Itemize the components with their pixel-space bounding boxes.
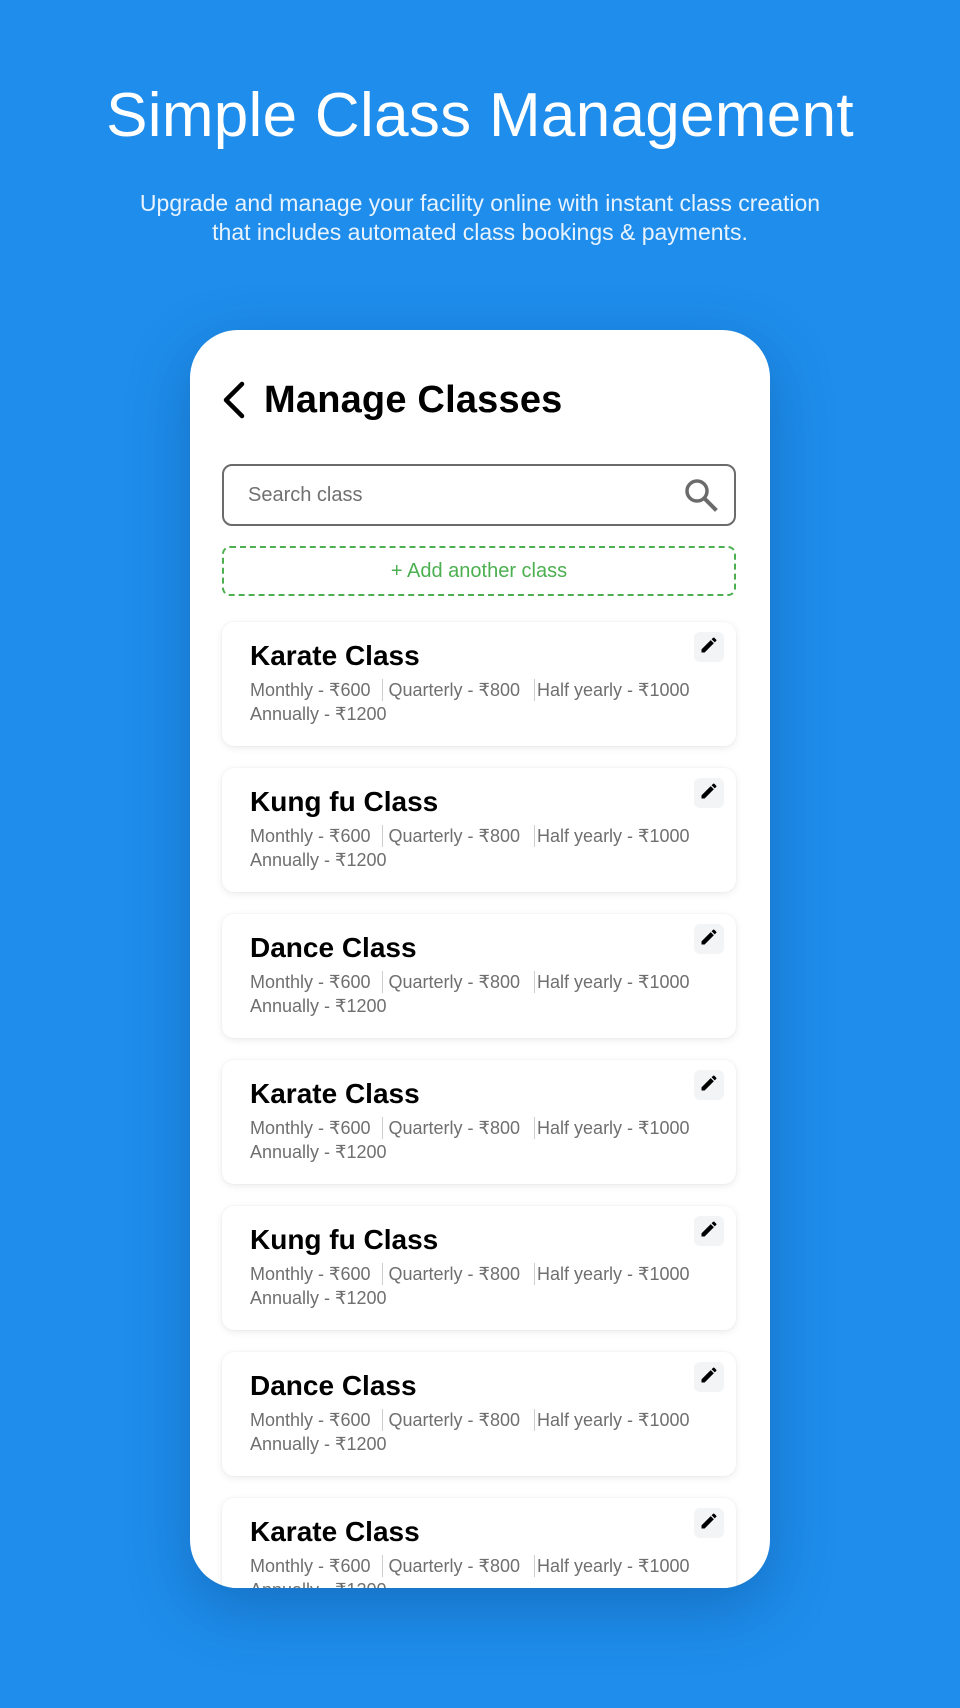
price-quarterly: Quarterly - ₹800 bbox=[388, 1410, 521, 1430]
hero-subtitle: Upgrade and manage your facility online … bbox=[100, 189, 860, 247]
price-row: Monthly - ₹600 Quarterly - ₹800 Half yea… bbox=[250, 678, 690, 702]
price-divider bbox=[534, 1555, 536, 1577]
class-card[interactable]: Dance Class Monthly - ₹600 Quarterly - ₹… bbox=[222, 1352, 736, 1476]
class-prices: Monthly - ₹600 Quarterly - ₹800 Half yea… bbox=[250, 824, 690, 872]
price-half-yearly: Half yearly - ₹1000 bbox=[537, 1410, 690, 1430]
price-annually: Annually - ₹1200 bbox=[250, 704, 387, 724]
search-icon[interactable] bbox=[684, 478, 718, 512]
price-quarterly: Quarterly - ₹800 bbox=[388, 1556, 521, 1576]
pencil-icon bbox=[699, 1073, 719, 1098]
class-prices: Monthly - ₹600 Quarterly - ₹800 Half yea… bbox=[250, 970, 690, 1018]
class-name: Kung fu Class bbox=[250, 786, 439, 817]
class-name: Kung fu Class bbox=[250, 1224, 439, 1255]
price-divider bbox=[381, 1263, 383, 1285]
phone-screen: Manage Classes + Add another class Karat… bbox=[190, 330, 770, 1588]
price-quarterly: Quarterly - ₹800 bbox=[388, 972, 521, 992]
class-prices: Monthly - ₹600 Quarterly - ₹800 Half yea… bbox=[250, 1408, 690, 1456]
pencil-icon bbox=[699, 1511, 719, 1536]
price-annually: Annually - ₹1200 bbox=[250, 1142, 387, 1162]
edit-button[interactable] bbox=[694, 924, 724, 954]
price-half-yearly: Half yearly - ₹1000 bbox=[537, 1264, 690, 1284]
chevron-left-icon[interactable] bbox=[220, 378, 252, 422]
class-list: Karate Class Monthly - ₹600 Quarterly - … bbox=[222, 622, 736, 1588]
page-title: Manage Classes bbox=[264, 378, 563, 421]
hero-subtitle-line-1: Upgrade and manage your facility online … bbox=[139, 190, 821, 216]
price-row: Monthly - ₹600 Quarterly - ₹800 Half yea… bbox=[250, 1554, 690, 1578]
class-card[interactable]: Karate Class Monthly - ₹600 Quarterly - … bbox=[222, 1060, 736, 1184]
hero-subtitle-line-2: that includes automated class bookings &… bbox=[212, 219, 748, 245]
price-monthly: Monthly - ₹600 bbox=[250, 972, 371, 992]
price-monthly: Monthly - ₹600 bbox=[250, 1264, 371, 1284]
price-half-yearly: Half yearly - ₹1000 bbox=[537, 826, 690, 846]
price-half-yearly: Half yearly - ₹1000 bbox=[537, 972, 690, 992]
pencil-icon bbox=[699, 1219, 719, 1244]
price-quarterly: Quarterly - ₹800 bbox=[388, 1118, 521, 1138]
class-prices: Monthly - ₹600 Quarterly - ₹800 Half yea… bbox=[250, 1554, 690, 1588]
price-row: Monthly - ₹600 Quarterly - ₹800 Half yea… bbox=[250, 824, 690, 848]
class-name: Karate Class bbox=[250, 1516, 420, 1547]
price-divider bbox=[534, 1117, 536, 1139]
price-annually: Annually - ₹1200 bbox=[250, 996, 387, 1016]
class-prices: Monthly - ₹600 Quarterly - ₹800 Half yea… bbox=[250, 1116, 690, 1164]
hero-title: Simple Class Management bbox=[106, 81, 854, 150]
price-row: Monthly - ₹600 Quarterly - ₹800 Half yea… bbox=[250, 1262, 690, 1286]
class-card[interactable]: Kung fu Class Monthly - ₹600 Quarterly -… bbox=[222, 768, 736, 892]
pencil-icon bbox=[699, 781, 719, 806]
price-half-yearly: Half yearly - ₹1000 bbox=[537, 1118, 690, 1138]
price-divider bbox=[534, 1409, 536, 1431]
price-quarterly: Quarterly - ₹800 bbox=[388, 680, 521, 700]
edit-button[interactable] bbox=[694, 778, 724, 808]
search-box bbox=[222, 464, 736, 526]
class-prices: Monthly - ₹600 Quarterly - ₹800 Half yea… bbox=[250, 678, 690, 726]
price-annually: Annually - ₹1200 bbox=[250, 1434, 387, 1454]
class-prices: Monthly - ₹600 Quarterly - ₹800 Half yea… bbox=[250, 1262, 690, 1310]
pencil-icon bbox=[699, 635, 719, 660]
edit-button[interactable] bbox=[694, 1070, 724, 1100]
class-name: Dance Class bbox=[250, 1370, 417, 1401]
price-annually: Annually - ₹1200 bbox=[250, 1288, 387, 1308]
pencil-icon bbox=[699, 1365, 719, 1390]
price-divider bbox=[534, 679, 536, 701]
price-divider bbox=[534, 1263, 536, 1285]
class-card[interactable]: Kung fu Class Monthly - ₹600 Quarterly -… bbox=[222, 1206, 736, 1330]
class-card[interactable]: Karate Class Monthly - ₹600 Quarterly - … bbox=[222, 1498, 736, 1588]
add-class-button[interactable]: + Add another class bbox=[222, 546, 736, 596]
price-half-yearly: Half yearly - ₹1000 bbox=[537, 1556, 690, 1576]
pencil-icon bbox=[699, 927, 719, 952]
edit-button[interactable] bbox=[694, 1508, 724, 1538]
price-divider bbox=[534, 825, 536, 847]
price-annually: Annually - ₹1200 bbox=[250, 1578, 387, 1588]
search-input[interactable] bbox=[248, 483, 684, 507]
price-monthly: Monthly - ₹600 bbox=[250, 826, 371, 846]
price-monthly: Monthly - ₹600 bbox=[250, 1556, 371, 1576]
price-row: Monthly - ₹600 Quarterly - ₹800 Half yea… bbox=[250, 1408, 690, 1432]
price-divider bbox=[534, 971, 536, 993]
price-divider bbox=[381, 1409, 383, 1431]
price-monthly: Monthly - ₹600 bbox=[250, 1410, 371, 1430]
price-divider bbox=[381, 971, 383, 993]
class-card[interactable]: Dance Class Monthly - ₹600 Quarterly - ₹… bbox=[222, 914, 736, 1038]
app-header: Manage Classes bbox=[220, 370, 563, 430]
price-quarterly: Quarterly - ₹800 bbox=[388, 1264, 521, 1284]
price-monthly: Monthly - ₹600 bbox=[250, 1118, 371, 1138]
price-row: Monthly - ₹600 Quarterly - ₹800 Half yea… bbox=[250, 970, 690, 994]
price-divider bbox=[381, 825, 383, 847]
price-divider bbox=[381, 1117, 383, 1139]
class-name: Karate Class bbox=[250, 640, 420, 671]
class-name: Dance Class bbox=[250, 932, 417, 963]
edit-button[interactable] bbox=[694, 632, 724, 662]
price-annually: Annually - ₹1200 bbox=[250, 850, 387, 870]
price-quarterly: Quarterly - ₹800 bbox=[388, 826, 521, 846]
class-name: Karate Class bbox=[250, 1078, 420, 1109]
price-divider bbox=[381, 679, 383, 701]
edit-button[interactable] bbox=[694, 1216, 724, 1246]
price-half-yearly: Half yearly - ₹1000 bbox=[537, 680, 690, 700]
class-card[interactable]: Karate Class Monthly - ₹600 Quarterly - … bbox=[222, 622, 736, 746]
price-monthly: Monthly - ₹600 bbox=[250, 680, 371, 700]
price-row: Monthly - ₹600 Quarterly - ₹800 Half yea… bbox=[250, 1116, 690, 1140]
price-divider bbox=[381, 1555, 383, 1577]
edit-button[interactable] bbox=[694, 1362, 724, 1392]
